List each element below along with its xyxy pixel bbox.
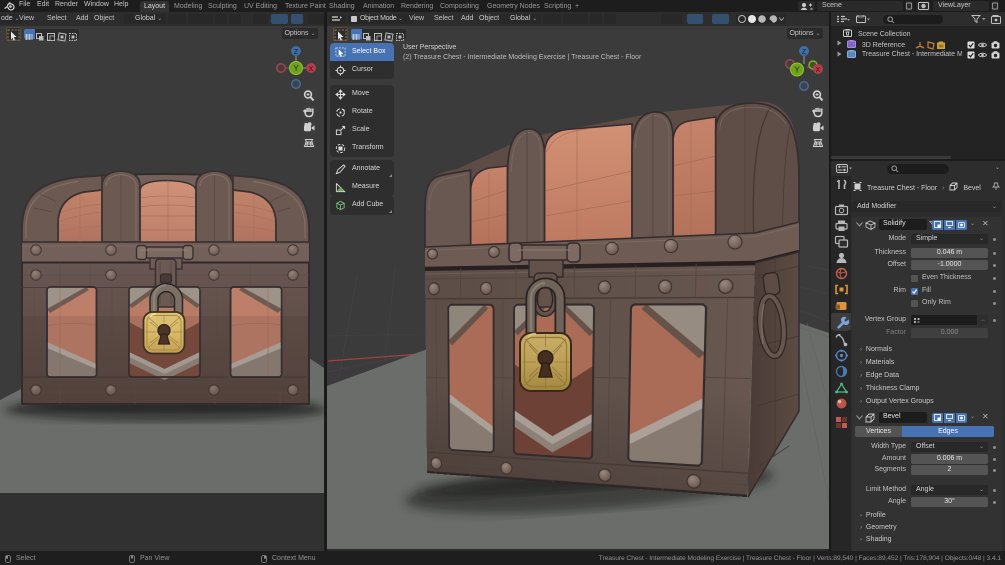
svg-text:Y: Y [794,65,800,74]
svg-text:X: X [309,66,314,73]
svg-text:Y: Y [293,64,299,73]
svg-text:X: X [816,67,821,74]
svg-text:Z: Z [802,49,807,56]
svg-text:Z: Z [294,49,299,56]
